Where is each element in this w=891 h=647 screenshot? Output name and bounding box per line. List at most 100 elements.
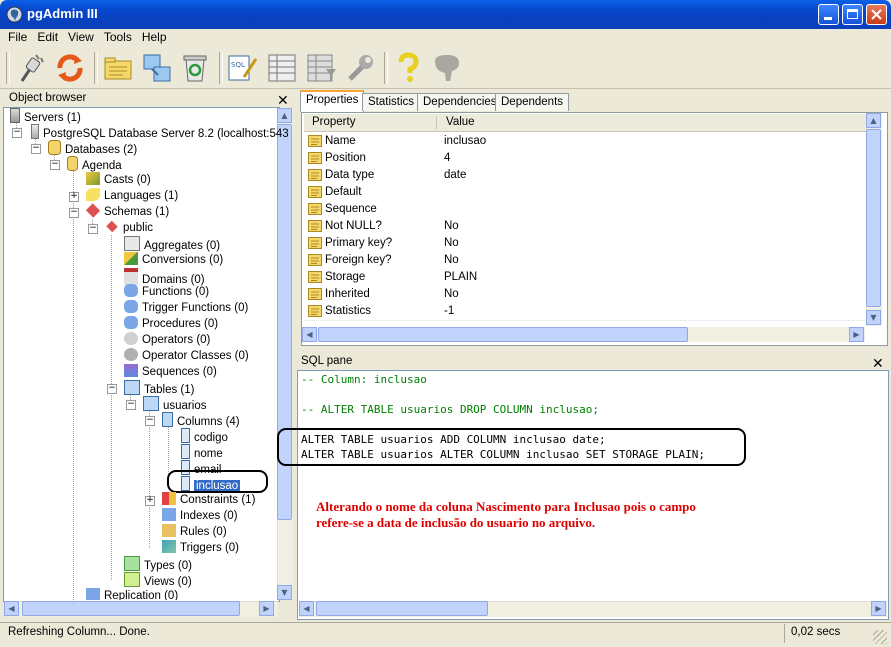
tree-node-column-nome[interactable]: nome <box>181 444 223 460</box>
property-row[interactable]: Storage PLAIN <box>306 269 866 286</box>
close-sql-pane-icon[interactable]: ✕ <box>872 355 884 371</box>
tree-hscroll-thumb[interactable] <box>22 601 240 616</box>
tree-node-triggers[interactable]: Triggers (0) <box>162 540 239 556</box>
maintenance-wrench-icon[interactable] <box>343 51 377 85</box>
tree-node-tables[interactable]: Tables (1) <box>124 380 195 396</box>
tree-node-databases[interactable]: Databases (2) <box>48 140 137 156</box>
tree-node-operator-classes[interactable]: Operator Classes (0) <box>124 348 249 364</box>
tab-dependents[interactable]: Dependents <box>495 93 570 111</box>
column-header-property[interactable]: Property <box>312 116 355 128</box>
tree-node-server[interactable]: PostgreSQL Database Server 8.2 (localhos… <box>29 124 289 140</box>
property-row[interactable]: Default <box>306 184 866 201</box>
tree-node-functions[interactable]: Functions (0) <box>124 284 209 300</box>
title-bar[interactable] <box>0 0 891 29</box>
collapse-icon[interactable]: − <box>69 208 79 218</box>
tree-scroll-left-button[interactable]: ◀ <box>4 601 19 616</box>
tree-node-indexes[interactable]: Indexes (0) <box>162 508 238 524</box>
menu-tools[interactable]: Tools <box>99 29 137 45</box>
tree-node-rules[interactable]: Rules (0) <box>162 524 227 540</box>
tree-scroll-up-button[interactable]: ▲ <box>277 108 292 123</box>
tree-node-procedures[interactable]: Procedures (0) <box>124 316 218 332</box>
filtered-data-icon[interactable] <box>304 51 338 85</box>
resize-grip-icon[interactable] <box>873 630 887 644</box>
menu-help[interactable]: Help <box>137 29 172 45</box>
tab-statistics[interactable]: Statistics <box>362 93 421 111</box>
property-row[interactable]: Foreign key? No <box>306 252 866 269</box>
tree-node-constraints[interactable]: Constraints (1) <box>162 492 255 508</box>
tree-node-conversions[interactable]: Conversions (0) <box>124 252 223 268</box>
menu-view[interactable]: View <box>63 29 99 45</box>
toolbar-separator <box>384 52 388 84</box>
recycle-bin-icon[interactable] <box>178 51 212 85</box>
tree-scroll-right-button[interactable]: ▶ <box>259 601 274 616</box>
property-value: -1 <box>444 305 455 317</box>
properties-scroll-thumb[interactable] <box>866 129 881 307</box>
properties-folder-icon[interactable] <box>101 51 135 85</box>
tree-node-types[interactable]: Types (0) <box>124 556 192 572</box>
tree-node-aggregates[interactable]: Aggregates (0) <box>124 236 220 252</box>
expand-icon[interactable]: + <box>69 192 79 202</box>
property-name: Sequence <box>325 203 377 215</box>
menu-file[interactable]: File <box>3 29 32 45</box>
properties-hscroll-thumb[interactable] <box>318 327 688 342</box>
maximize-button[interactable] <box>842 4 863 25</box>
collapse-icon[interactable]: − <box>145 416 155 426</box>
tree-node-trigger-functions[interactable]: Trigger Functions (0) <box>124 300 248 316</box>
sql-scroll-right-button[interactable]: ▶ <box>871 601 886 616</box>
tab-dependencies[interactable]: Dependencies <box>417 93 503 111</box>
tree-scroll-down-button[interactable]: ▼ <box>277 585 292 600</box>
tree-node-sequences[interactable]: Sequences (0) <box>124 364 217 380</box>
properties-scroll-up-button[interactable]: ▲ <box>866 113 881 128</box>
menu-edit[interactable]: Edit <box>32 29 63 45</box>
view-data-icon[interactable] <box>265 51 299 85</box>
tree-node-views[interactable]: Views (0) <box>124 572 192 588</box>
column-header-value[interactable]: Value <box>446 116 475 128</box>
properties-scroll-right-button[interactable]: ▶ <box>849 327 864 342</box>
tree-node-table-usuarios[interactable]: usuarios <box>143 396 206 412</box>
tree-node-domains[interactable]: Domains (0) <box>124 268 205 286</box>
tree-node-label: Sequences (0) <box>142 366 217 378</box>
property-row[interactable]: Primary key? No <box>306 235 866 252</box>
sql-scroll-left-button[interactable]: ◀ <box>299 601 314 616</box>
tree-node-column-codigo[interactable]: codigo <box>181 428 228 444</box>
property-row[interactable]: Sequence <box>306 201 866 218</box>
collapse-icon[interactable]: − <box>31 144 41 154</box>
property-row[interactable]: Statistics -1 <box>306 303 866 320</box>
property-row[interactable]: Name inclusao <box>306 133 866 150</box>
property-row[interactable]: Not NULL? No <box>306 218 866 235</box>
server-icon <box>31 124 39 139</box>
collapse-icon[interactable]: − <box>126 400 136 410</box>
property-row[interactable]: Data type date <box>306 167 866 184</box>
tree-node-database-agenda[interactable]: Agenda <box>67 156 122 172</box>
collapse-icon[interactable]: − <box>107 384 117 394</box>
help-question-icon[interactable] <box>391 51 425 85</box>
tree-node-columns[interactable]: Columns (4) <box>162 412 240 428</box>
collapse-icon[interactable]: − <box>12 128 22 138</box>
property-row[interactable]: Inherited No <box>306 286 866 303</box>
sql-hscroll-thumb[interactable] <box>316 601 488 616</box>
create-object-icon[interactable] <box>140 51 174 85</box>
tree-node-replication[interactable]: Replication (0) <box>86 588 178 600</box>
sql-query-icon[interactable]: SQL <box>226 51 260 85</box>
expand-icon[interactable]: + <box>145 496 155 506</box>
tree-node-label: Indexes (0) <box>180 510 238 522</box>
hint-elephant-icon[interactable] <box>430 51 464 85</box>
close-window-button[interactable] <box>866 4 887 25</box>
tree-node-casts[interactable]: Casts (0) <box>86 172 151 188</box>
tab-properties[interactable]: Properties <box>300 90 365 112</box>
property-name: Inherited <box>325 288 370 300</box>
collapse-icon[interactable]: − <box>88 224 98 234</box>
properties-scroll-down-button[interactable]: ▼ <box>866 310 881 325</box>
property-row[interactable]: Position 4 <box>306 150 866 167</box>
tree-node-operators[interactable]: Operators (0) <box>124 332 210 348</box>
tree-node-schemas[interactable]: Schemas (1) <box>85 203 169 220</box>
minimize-button[interactable] <box>818 4 839 25</box>
properties-scroll-left-button[interactable]: ◀ <box>302 327 317 342</box>
collapse-icon[interactable]: − <box>50 160 60 170</box>
tree-node-languages[interactable]: Languages (1) <box>86 188 178 204</box>
tree-node-servers[interactable]: Servers (1) <box>10 108 81 124</box>
connect-plug-icon[interactable] <box>14 51 48 85</box>
tree-node-schema-public[interactable]: public <box>105 220 153 236</box>
refresh-icon[interactable] <box>53 51 87 85</box>
close-object-browser-icon[interactable]: ✕ <box>277 92 289 108</box>
